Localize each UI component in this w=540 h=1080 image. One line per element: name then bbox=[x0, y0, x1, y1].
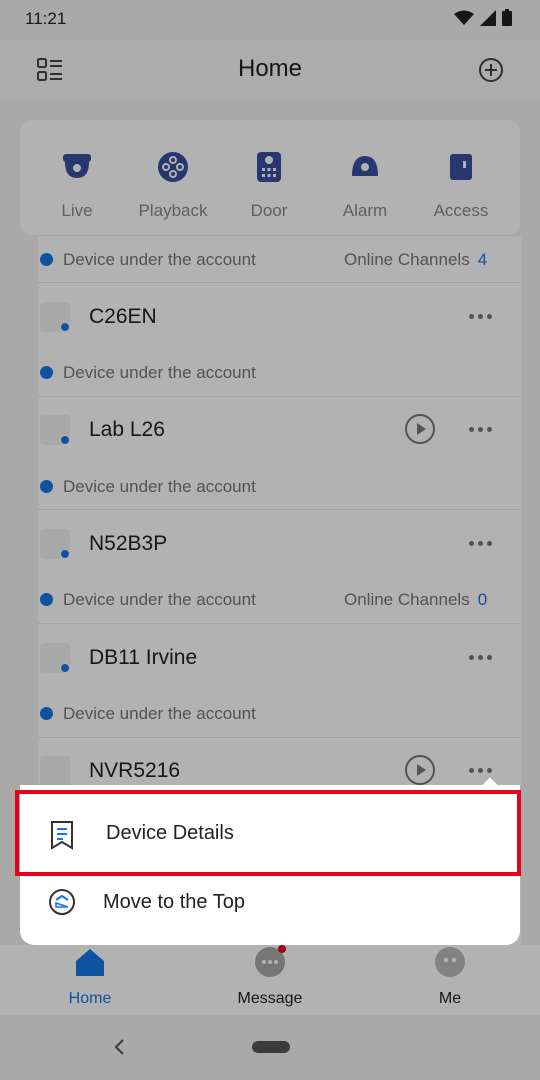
move-to-top-option[interactable]: Move to the Top bbox=[20, 868, 520, 938]
menu-item-label: Move to the Top bbox=[103, 891, 245, 913]
move-to-top-icon bbox=[49, 889, 75, 915]
highlight-box bbox=[15, 790, 521, 876]
